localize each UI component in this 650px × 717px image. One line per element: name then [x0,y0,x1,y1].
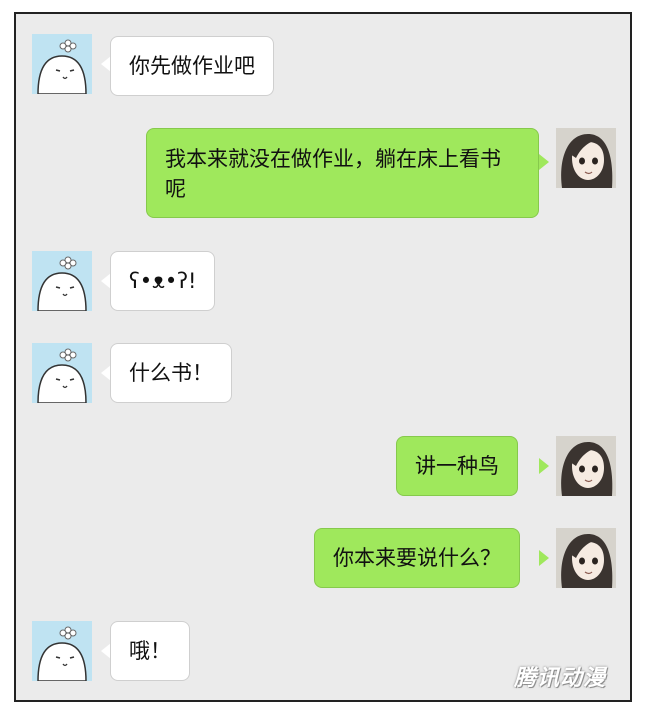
ghost-avatar-icon[interactable] [32,621,92,681]
message-bubble[interactable]: 讲一种鸟 [396,436,518,496]
message-text: 你先做作业吧 [129,54,255,78]
ghost-avatar-icon[interactable] [32,343,92,403]
chat-panel: 你先做作业吧 我本来就没在做作业，躺在床上看书呢 ʕ•ᴥ•ʔ! 什么书！ 讲一种… [14,12,632,702]
bubble-tail [539,458,549,474]
bubble-tail [539,550,549,566]
watermark-logo: 腾讯动漫 [513,666,606,691]
bubble-tail [539,154,549,170]
ghost-avatar-icon[interactable] [32,34,92,94]
message-text: ʕ•ᴥ•ʔ! [129,269,197,293]
message-bubble[interactable]: 什么书！ [110,343,232,403]
message-text: 你本来要说什么？ [333,546,501,570]
message-bubble[interactable]: 你本来要说什么？ [314,528,520,588]
girl-avatar-icon[interactable] [556,128,616,188]
message-bubble[interactable]: 你先做作业吧 [110,36,274,96]
message-bubble[interactable]: ʕ•ᴥ•ʔ! [110,251,216,311]
message-text: 讲一种鸟 [415,454,499,478]
message-text: 我本来就没在做作业，躺在床上看书呢 [165,147,501,201]
message-bubble[interactable]: 我本来就没在做作业，躺在床上看书呢 [146,128,539,218]
ghost-avatar-icon[interactable] [32,251,92,311]
girl-avatar-icon[interactable] [556,528,616,588]
message-text: 什么书！ [129,361,213,385]
message-bubble[interactable]: 哦！ [110,621,190,681]
message-text: 哦！ [129,639,171,663]
girl-avatar-icon[interactable] [556,436,616,496]
